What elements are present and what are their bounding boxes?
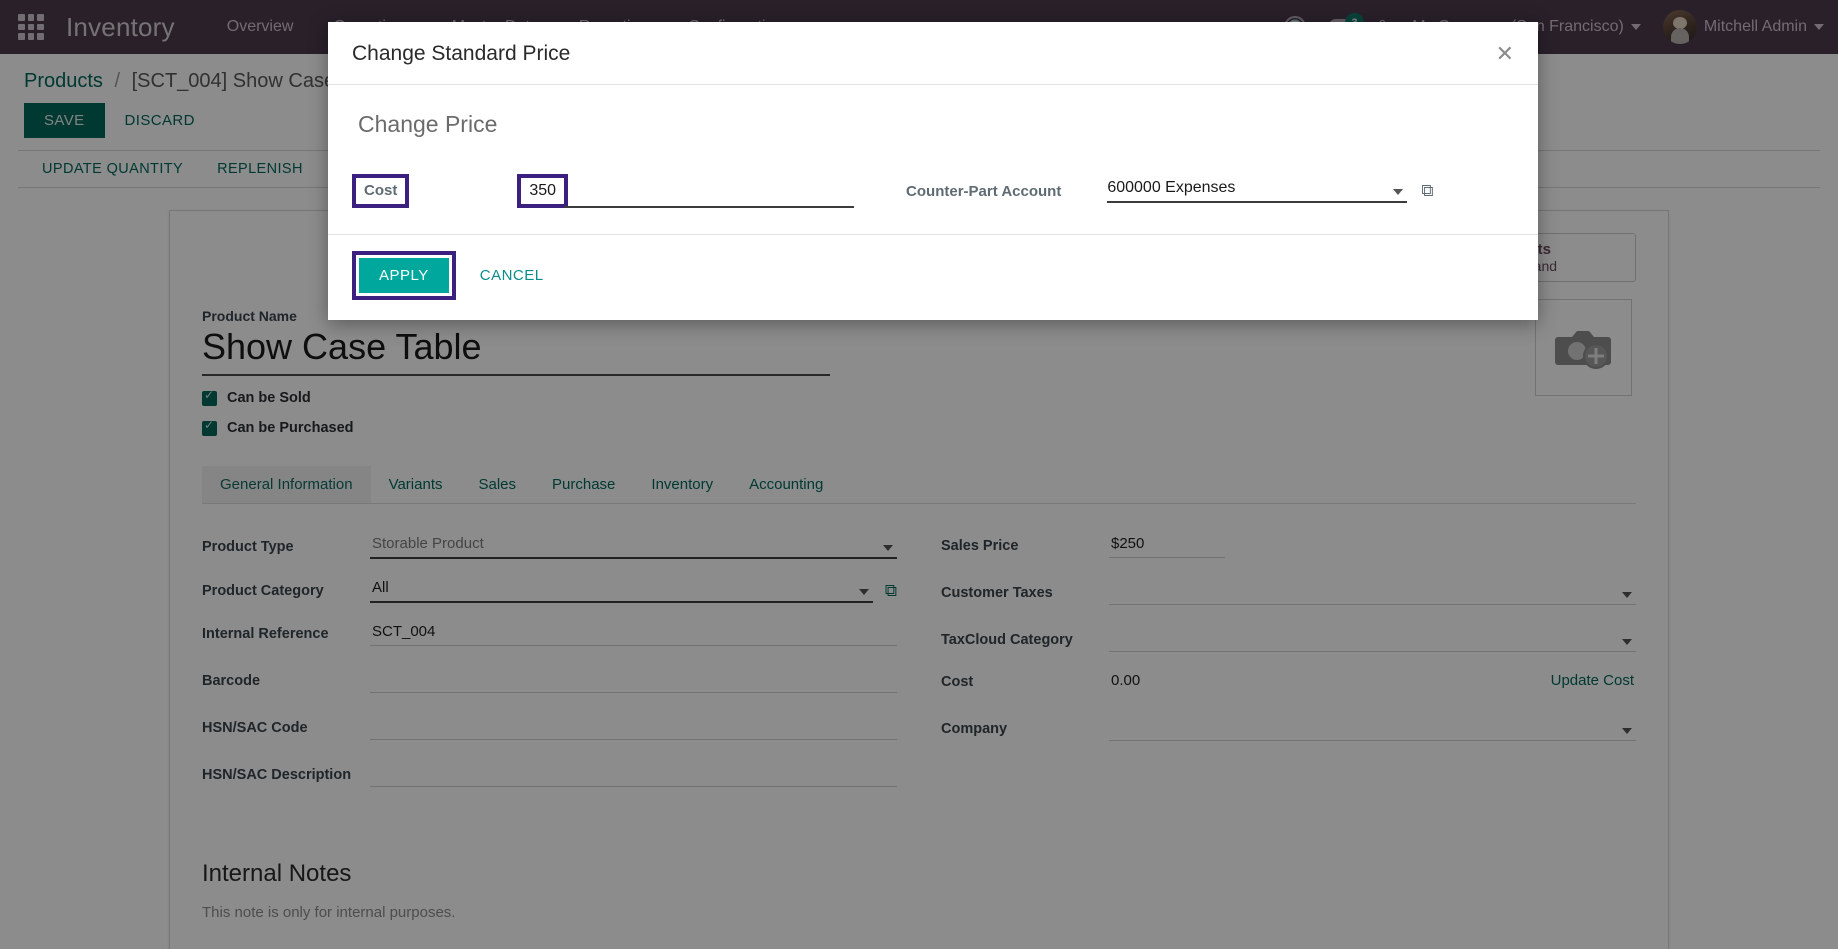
cost-field-label: Cost — [364, 182, 398, 199]
counter-part-account-label: Counter-Part Account — [906, 182, 1062, 200]
cost-input-wrap: 350 — [517, 174, 569, 208]
cost-label-highlight: Cost — [352, 174, 410, 208]
close-icon[interactable]: ✕ — [1496, 43, 1514, 65]
chevron-down-icon — [1393, 189, 1404, 195]
app-root: Inventory Overview Operations Master Dat… — [0, 0, 1838, 949]
dialog-field-row: Cost 350 Counter-Part Account 600000 Exp… — [352, 174, 1514, 208]
cost-input-underline — [564, 182, 855, 208]
cost-input[interactable]: 350 — [529, 182, 556, 199]
dialog-header: Change Standard Price ✕ — [328, 22, 1538, 85]
dialog-footer: APPLY CANCEL — [328, 235, 1538, 320]
apply-button-highlight: APPLY — [352, 251, 456, 300]
counter-part-account-value: 600000 Expenses — [1107, 179, 1236, 196]
change-price-heading: Change Price — [358, 111, 498, 137]
external-link-icon[interactable]: ⧉ — [1421, 181, 1433, 201]
apply-button[interactable]: APPLY — [359, 258, 449, 293]
dialog-title: Change Standard Price — [352, 42, 571, 65]
dialog-body: Change Price Cost 350 Counter-Part Accou… — [328, 85, 1538, 235]
cancel-button[interactable]: CANCEL — [462, 258, 562, 293]
counter-part-account-select[interactable]: 600000 Expenses — [1107, 179, 1408, 203]
change-standard-price-dialog: Change Standard Price ✕ Change Price Cos… — [328, 22, 1538, 320]
cost-input-highlight[interactable]: 350 — [517, 174, 569, 208]
